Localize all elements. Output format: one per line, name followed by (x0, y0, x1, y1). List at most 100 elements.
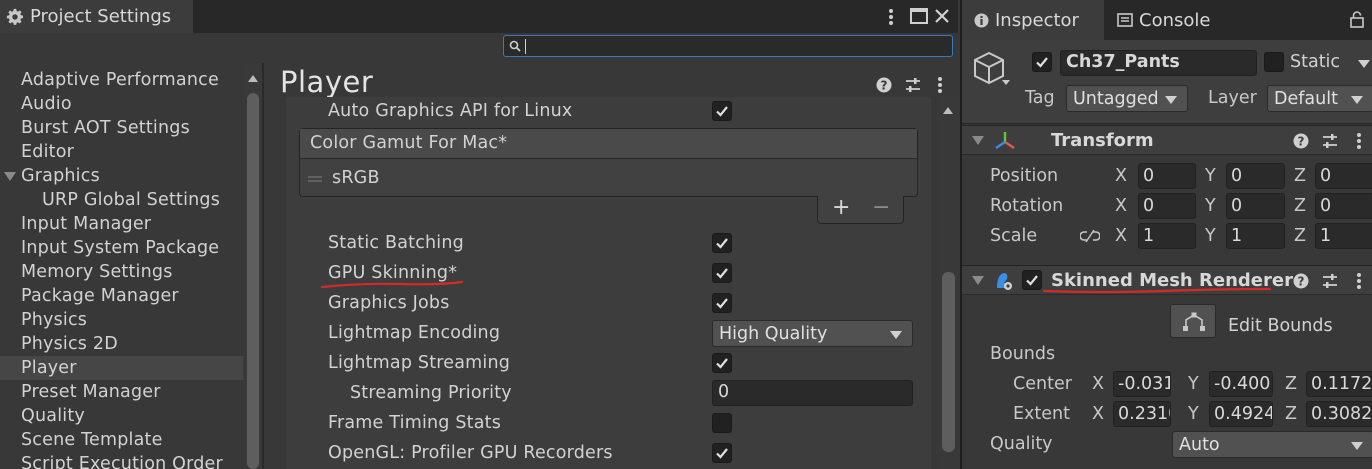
foldout-expanded-icon[interactable] (972, 276, 984, 285)
category-preset-manager[interactable]: Preset Manager (0, 380, 243, 404)
scale-x-field[interactable]: 1 (1138, 223, 1196, 249)
close-icon[interactable] (934, 8, 950, 24)
project-settings-tab[interactable]: Project Settings (0, 0, 193, 33)
field-value: 1 (1143, 226, 1155, 246)
graphics-jobs-checkbox[interactable] (712, 293, 732, 313)
category-input-manager[interactable]: Input Manager (0, 212, 243, 236)
axis-x-label[interactable]: X (1092, 374, 1104, 394)
bounds-center-z-field[interactable]: 0.1172 (1306, 371, 1372, 397)
skinned-mesh-renderer-enabled-checkbox[interactable] (1022, 270, 1042, 290)
axis-x-label[interactable]: X (1092, 404, 1104, 424)
axis-x-label[interactable]: X (1115, 226, 1127, 246)
lightmap-streaming-checkbox[interactable] (712, 353, 732, 373)
tab-console[interactable]: Console (1104, 0, 1224, 40)
constrain-proportions-icon[interactable] (1080, 228, 1100, 244)
position-y-field[interactable]: 0 (1226, 163, 1285, 189)
axis-y-label[interactable]: Y (1188, 374, 1199, 394)
color-gamut-item[interactable]: sRGB (332, 168, 380, 188)
axis-y-label[interactable]: Y (1205, 166, 1216, 186)
static-dropdown-arrow-icon[interactable] (1358, 60, 1370, 68)
help-icon[interactable]: ? (1293, 133, 1309, 149)
panel-splitter[interactable] (262, 63, 264, 469)
gpu-skinning-checkbox[interactable] (712, 263, 732, 283)
category-player[interactable]: Player (0, 356, 243, 380)
preset-icon[interactable] (1321, 272, 1339, 290)
axis-x-label[interactable]: X (1115, 196, 1127, 216)
category-physics[interactable]: Physics (0, 308, 243, 332)
rotation-z-field[interactable]: 0 (1315, 193, 1372, 219)
position-z-field[interactable]: 0 (1315, 163, 1372, 189)
scroll-up-arrow-icon[interactable] (943, 107, 953, 114)
axis-x-label[interactable]: X (1115, 166, 1127, 186)
icon-dropdown-arrow-icon[interactable] (1002, 80, 1010, 85)
foldout-expanded-icon[interactable] (972, 136, 984, 145)
category-editor[interactable]: Editor (0, 140, 243, 164)
opengl-profiler-gpu-recorders-checkbox[interactable] (712, 443, 732, 463)
transform-component-header[interactable]: Transform ? (962, 125, 1372, 155)
axis-y-label[interactable]: Y (1205, 226, 1216, 246)
bounds-extent-z-field[interactable]: 0.3082 (1306, 401, 1372, 427)
axis-y-label[interactable]: Y (1205, 196, 1216, 216)
remove-item-button[interactable]: − (872, 195, 890, 220)
category-burst-aot-settings[interactable]: Burst AOT Settings (0, 116, 243, 140)
preset-icon[interactable] (904, 76, 922, 94)
category-urp-global-settings[interactable]: URP Global Settings (0, 188, 243, 212)
static-checkbox[interactable] (1264, 52, 1284, 72)
lock-icon[interactable] (1350, 11, 1364, 28)
axis-z-label[interactable]: Z (1294, 196, 1306, 216)
category-list-scrollbar[interactable] (244, 63, 262, 469)
bounds-extent-y-field[interactable]: 0.4924 (1209, 401, 1273, 427)
gameobject-active-checkbox[interactable] (1032, 52, 1052, 72)
category-graphics[interactable]: Graphics (0, 164, 243, 188)
scale-z-field[interactable]: 1 (1315, 223, 1372, 249)
more-vertical-icon[interactable] (1354, 132, 1364, 150)
drag-handle-icon[interactable] (308, 175, 322, 183)
preset-icon[interactable] (1321, 132, 1339, 150)
add-item-button[interactable]: + (832, 195, 850, 220)
foldout-expanded-icon[interactable] (4, 172, 16, 181)
category-quality[interactable]: Quality (0, 404, 243, 428)
bounds-center-y-field[interactable]: -0.400 (1209, 371, 1273, 397)
axis-y-label[interactable]: Y (1188, 404, 1199, 424)
position-x-field[interactable]: 0 (1138, 163, 1196, 189)
category-scene-template[interactable]: Scene Template (0, 428, 243, 452)
more-vertical-icon[interactable] (935, 76, 945, 94)
content-scrollbar[interactable] (939, 97, 958, 469)
category-memory-settings[interactable]: Memory Settings (0, 260, 243, 284)
frame-timing-stats-checkbox[interactable] (712, 413, 732, 433)
category-input-system-package[interactable]: Input System Package (0, 236, 243, 260)
category-package-manager[interactable]: Package Manager (0, 284, 243, 308)
rotation-y-field[interactable]: 0 (1226, 193, 1285, 219)
maximize-icon[interactable] (910, 8, 928, 24)
edit-bounds-button[interactable] (1170, 304, 1216, 338)
axis-z-label[interactable]: Z (1294, 226, 1306, 246)
streaming-priority-field[interactable]: 0 (712, 380, 913, 406)
tag-dropdown[interactable]: Untagged (1066, 85, 1188, 112)
category-adaptive-performance[interactable]: Adaptive Performance (0, 68, 243, 92)
gameobject-name-field[interactable]: Ch37_Pants (1060, 50, 1257, 76)
bounds-center-x-field[interactable]: -0.031 (1113, 371, 1171, 397)
rotation-x-field[interactable]: 0 (1138, 193, 1196, 219)
static-batching-checkbox[interactable] (712, 233, 732, 253)
help-icon[interactable]: ? (876, 77, 892, 93)
layer-dropdown[interactable]: Default (1267, 85, 1372, 112)
more-vertical-icon[interactable] (886, 8, 896, 26)
scale-y-field[interactable]: 1 (1226, 223, 1285, 249)
category-physics-2d[interactable]: Physics 2D (0, 332, 243, 356)
auto-graphics-api-linux-checkbox[interactable] (712, 101, 732, 121)
bounds-extent-x-field[interactable]: 0.2310 (1113, 401, 1171, 427)
quality-dropdown[interactable]: Auto (1172, 431, 1372, 458)
search-input[interactable] (503, 35, 953, 57)
scrollbar-thumb[interactable] (247, 93, 259, 469)
category-script-execution-order[interactable]: Script Execution Order (0, 452, 243, 469)
lightmap-encoding-dropdown[interactable]: High Quality (712, 320, 913, 347)
axis-z-label[interactable]: Z (1285, 374, 1297, 394)
scrollbar-thumb[interactable] (942, 272, 955, 452)
scroll-up-arrow-icon[interactable] (248, 75, 258, 82)
help-icon[interactable]: ? (1293, 273, 1309, 289)
tab-inspector[interactable]: Inspector (962, 0, 1104, 40)
axis-z-label[interactable]: Z (1294, 166, 1306, 186)
category-audio[interactable]: Audio (0, 92, 243, 116)
axis-z-label[interactable]: Z (1285, 404, 1297, 424)
more-vertical-icon[interactable] (1354, 272, 1364, 290)
